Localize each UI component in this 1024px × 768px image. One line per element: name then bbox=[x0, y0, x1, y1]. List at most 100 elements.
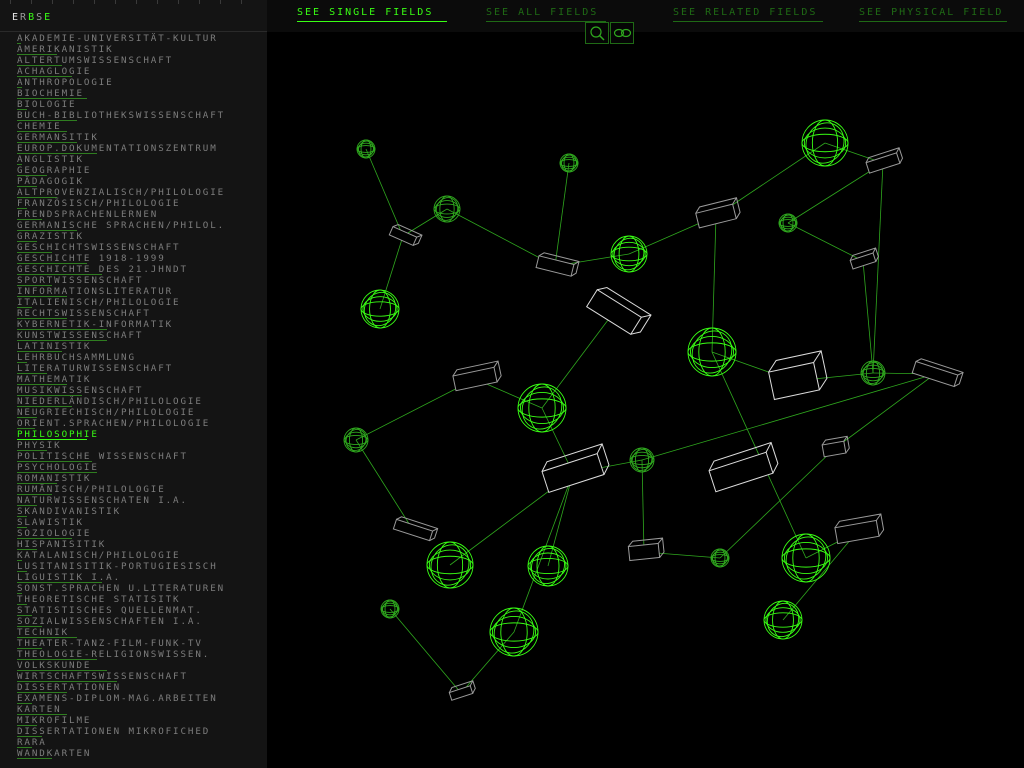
field-list-item[interactable]: SKANDIVANISTIK bbox=[17, 506, 225, 517]
field-list-item[interactable]: ALTERTUMSWISSENSCHAFT bbox=[17, 55, 225, 66]
field-list-item[interactable]: POLITISCHE WISSENSCHAFT bbox=[17, 451, 225, 462]
field-list-item[interactable]: DISSERTATIONEN bbox=[17, 682, 225, 693]
field-list-item[interactable]: NEUGRIECHISCH/PHILOLOGIE bbox=[17, 407, 225, 418]
field-list-item[interactable]: GESCHICHTE 1918-1999 bbox=[17, 253, 225, 264]
field-list-item[interactable]: GERMANISCHE SPRACHEN/PHILOL. bbox=[17, 220, 225, 231]
field-list-item[interactable]: BUCH-BIBLIOTHEKSWISSENSCHAFT bbox=[17, 110, 225, 121]
field-list-item[interactable]: NATURWISSENSCHATEN I.A. bbox=[17, 495, 225, 506]
field-list-item[interactable]: GEOGRAPHIE bbox=[17, 165, 225, 176]
field-list-item[interactable]: KYBERNETIK-INFORMATIK bbox=[17, 319, 225, 330]
graph-edge bbox=[513, 472, 574, 633]
field-label: EXAMENS-DIPLOM-MAG.ARBEITEN bbox=[17, 693, 218, 704]
physical-field-box[interactable] bbox=[627, 537, 665, 562]
sidebar-divider bbox=[0, 31, 267, 32]
physical-field-box[interactable] bbox=[585, 284, 652, 338]
tab-all-fields[interactable]: SEE ALL FIELDS bbox=[486, 7, 606, 22]
physical-field-box[interactable] bbox=[535, 252, 580, 277]
field-list-item[interactable]: STATISTISCHES QUELLENMAT. bbox=[17, 605, 225, 616]
field-list-item[interactable]: GESCHICHTSWISSENSCHAFT bbox=[17, 242, 225, 253]
physical-field-box[interactable] bbox=[767, 350, 829, 401]
field-list-item[interactable]: ROMANISTIK bbox=[17, 473, 225, 484]
field-list-item[interactable]: WIRTSCHAFTSWISSENSCHAFT bbox=[17, 671, 225, 682]
field-list-item[interactable]: BIOLOGIE bbox=[17, 99, 225, 110]
physical-field-box[interactable] bbox=[540, 443, 612, 494]
field-list-item[interactable]: ANGLISTIK bbox=[17, 154, 225, 165]
field-list-item[interactable]: ORIENT.SPRACHEN/PHILOLOGIE bbox=[17, 418, 225, 429]
field-list-item[interactable]: LEHRBUCHSAMMLUNG bbox=[17, 352, 225, 363]
field-list-item[interactable]: WANDKARTEN bbox=[17, 748, 225, 759]
tab-physical-field[interactable]: SEE PHYSICAL FIELD bbox=[859, 7, 1007, 22]
field-list-item[interactable]: HISPANISITIK bbox=[17, 539, 225, 550]
field-list-item[interactable]: PÄDAGOGIK bbox=[17, 176, 225, 187]
field-list-item[interactable]: PHYSIK bbox=[17, 440, 225, 451]
graph-edge bbox=[355, 439, 414, 531]
field-list-item[interactable]: SOZIALWISSENSCHAFTEN I.A. bbox=[17, 616, 225, 627]
field-list-item[interactable]: SOZIOLOGIE bbox=[17, 528, 225, 539]
field-list-item[interactable]: DISSERTATIONEN MIKROFICHED bbox=[17, 726, 225, 737]
field-list-item[interactable]: ITALIENISCH/PHILOLOGIE bbox=[17, 297, 225, 308]
field-list-item[interactable]: TECHNIK bbox=[17, 627, 225, 638]
field-list-item[interactable]: CHEMIE bbox=[17, 121, 225, 132]
brand-logo[interactable]: ERBSE bbox=[12, 12, 52, 23]
field-list-item[interactable]: FRANZÖSISCH/PHILOLOGIE bbox=[17, 198, 225, 209]
field-list-item[interactable]: LITERATURWISSENSCHAFT bbox=[17, 363, 225, 374]
field-list-item[interactable]: INFORMATIONSLITERATUR bbox=[17, 286, 225, 297]
field-network-graph[interactable] bbox=[267, 32, 1024, 768]
field-list-item[interactable]: PHILOSOPHIE bbox=[17, 429, 225, 440]
field-label: LEHRBUCHSAMMLUNG bbox=[17, 352, 136, 363]
physical-field-box[interactable] bbox=[821, 435, 850, 458]
field-list-item[interactable]: AMERIKANISTIK bbox=[17, 44, 225, 55]
field-list-item[interactable]: ALTPROVENZIALISCH/PHILOLOGIE bbox=[17, 187, 225, 198]
field-list-item[interactable]: VOLKSKUNDE bbox=[17, 660, 225, 671]
field-list-item[interactable]: RECHTSWISSENSCHAFT bbox=[17, 308, 225, 319]
physical-field-box[interactable] bbox=[448, 680, 476, 701]
field-list-item[interactable]: LIGUISTIK I.A. bbox=[17, 572, 225, 583]
tab-label: SEE RELATED FIELDS bbox=[673, 7, 818, 18]
field-label: FRANZÖSISCH/PHILOLOGIE bbox=[17, 198, 181, 209]
field-list-item[interactable]: THEOLOGIE-RELIGIONSWISSEN. bbox=[17, 649, 225, 660]
field-list-item[interactable]: RARA bbox=[17, 737, 225, 748]
field-list-item[interactable]: MATHEMATIK bbox=[17, 374, 225, 385]
field-list-item[interactable]: AKADEMIE-UNIVERSITÄT-KULTUR bbox=[17, 33, 225, 44]
field-list-item[interactable]: LUSITANISITIK-PORTUGIESISCH bbox=[17, 561, 225, 572]
physical-field-box[interactable] bbox=[694, 197, 741, 229]
field-list-item[interactable]: MUSIKWISSENSCHAFT bbox=[17, 385, 225, 396]
field-list-item[interactable]: GESCHICHTE DES 21.JHNDT bbox=[17, 264, 225, 275]
field-list-item[interactable]: NIEDERLÄNDISCH/PHILOLOGIE bbox=[17, 396, 225, 407]
field-list-item[interactable]: SONST.SPRACHEN U.LITERATUREN bbox=[17, 583, 225, 594]
field-list-item[interactable]: PSYCHOLOGIE bbox=[17, 462, 225, 473]
physical-field-box[interactable] bbox=[392, 516, 439, 542]
field-list-item[interactable]: SLAWISTIK bbox=[17, 517, 225, 528]
field-list-item[interactable]: MIKROFILME bbox=[17, 715, 225, 726]
field-list-item[interactable]: ACHAGLOGIE bbox=[17, 66, 225, 77]
physical-field-box[interactable] bbox=[834, 513, 885, 545]
field-list-item[interactable]: KUNSTWISSENSCHAFT bbox=[17, 330, 225, 341]
physical-field-box[interactable] bbox=[452, 360, 502, 392]
physical-field-box[interactable] bbox=[388, 223, 423, 247]
brand-letter: E bbox=[12, 12, 21, 23]
ruler-tick bbox=[199, 0, 200, 4]
field-list-item[interactable]: THEORETISCHE STATISITK bbox=[17, 594, 225, 605]
field-list-item[interactable]: SPORTWISSENSCHAFT bbox=[17, 275, 225, 286]
field-list-item[interactable]: KATALANISCH/PHILOLOGIE bbox=[17, 550, 225, 561]
field-list-item[interactable]: LATINISTIK bbox=[17, 341, 225, 352]
field-list-item[interactable]: ANTHROPOLOGIE bbox=[17, 77, 225, 88]
physical-field-box[interactable] bbox=[849, 247, 880, 270]
tab-single-fields[interactable]: SEE SINGLE FIELDS bbox=[297, 7, 447, 22]
field-list-item[interactable]: FRENDSPRACHENLERNEN bbox=[17, 209, 225, 220]
physical-field-box[interactable] bbox=[911, 358, 964, 388]
field-list-item[interactable]: THEATER-TANZ-FILM-FUNK-TV bbox=[17, 638, 225, 649]
field-list-item[interactable]: EXAMENS-DIPLOM-MAG.ARBEITEN bbox=[17, 693, 225, 704]
ruler-tick bbox=[94, 0, 95, 4]
field-list-item[interactable]: EUROP.DOKUMENTATIONSZENTRUM bbox=[17, 143, 225, 154]
field-list-item[interactable]: BIOCHEMIE bbox=[17, 88, 225, 99]
field-list-item[interactable]: GRAZISTIK bbox=[17, 231, 225, 242]
physical-field-box[interactable] bbox=[707, 441, 781, 493]
tab-related-fields[interactable]: SEE RELATED FIELDS bbox=[673, 7, 823, 22]
field-list-item[interactable]: GERMANSITIK bbox=[17, 132, 225, 143]
field-list-item[interactable]: RUMÄNISCH/PHILOLOGIE bbox=[17, 484, 225, 495]
field-list-item[interactable]: KARTEN bbox=[17, 704, 225, 715]
graph-edge bbox=[389, 608, 462, 694]
field-sphere-node[interactable] bbox=[356, 138, 377, 159]
physical-field-box[interactable] bbox=[865, 147, 904, 174]
